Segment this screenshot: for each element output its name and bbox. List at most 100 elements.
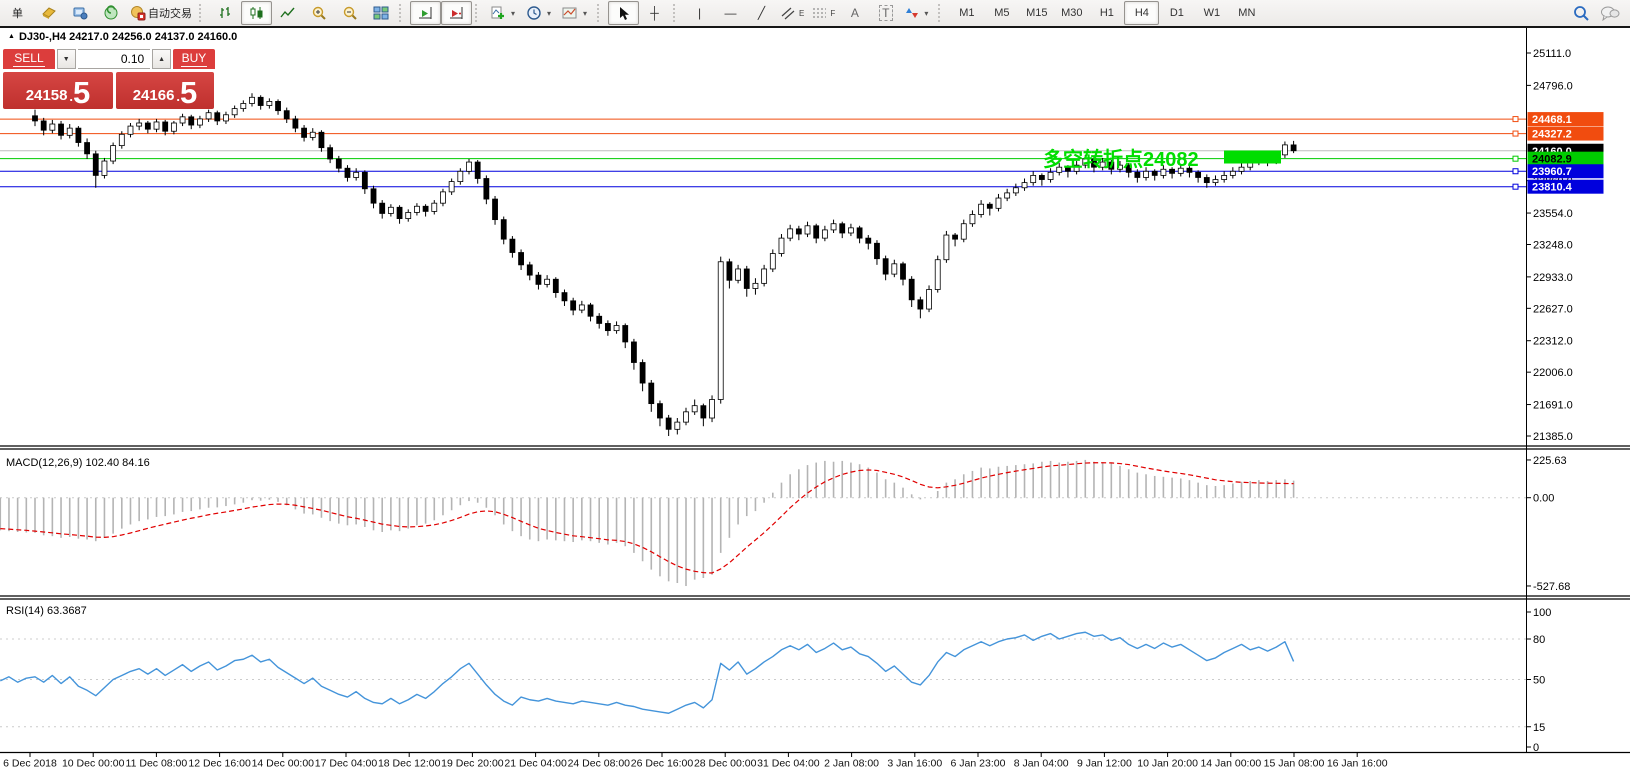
chart-title: ▲DJ30-,H4 24217.0 24256.0 24137.0 24160.… [8,31,237,43]
candle-body [1152,171,1157,175]
candle-body [1005,193,1010,198]
line-chart-icon [280,6,296,20]
time-axis-label: 9 Jan 12:00 [1077,758,1132,770]
candle-body [501,220,506,240]
bar-chart-button[interactable] [210,1,241,25]
search-icon[interactable] [1573,5,1590,22]
candle-body [232,109,237,115]
arrows-button[interactable]: ▾ [901,1,935,25]
trendline-button[interactable]: ╱ [746,1,777,25]
candle-body [788,229,793,238]
price-axis-tick-label: 24796.0 [1533,80,1573,92]
one-click-trading-panel: SELL ▼ 0.10 ▲ BUY 24158.5 24166.5 [3,49,215,109]
candle-body [258,97,263,105]
chart-shift-button[interactable] [441,1,472,25]
auto-scroll-button[interactable] [410,1,441,25]
fibonacci-sub-label: F [830,9,835,18]
timeframe-d1-button[interactable]: D1 [1159,1,1194,25]
cursor-button[interactable] [608,1,639,25]
sell-button[interactable]: SELL [3,49,55,69]
line-handle [1513,117,1518,122]
editor-icon [41,5,57,21]
line-chart-button[interactable] [272,1,303,25]
chart-canvas[interactable]: 多空转折点2408225111.024796.023869.023554.023… [0,28,1630,773]
timeframe-h1-button[interactable]: H1 [1089,1,1124,25]
sell-price-display[interactable]: 24158.5 [3,72,113,109]
candle-body [1048,172,1053,179]
macd-indicator-label: MACD(12,26,9) 102.40 84.16 [6,457,150,469]
candle-body [979,204,984,214]
periods-button[interactable]: ▾ [522,1,558,25]
chart-shift-icon [449,6,465,20]
candle-body [814,226,819,238]
timeframe-m30-button[interactable]: M30 [1054,1,1089,25]
periods-caret[interactable]: ▾ [544,9,554,18]
candle-body [250,97,255,103]
strategy-tester-button[interactable] [95,1,126,25]
buy-button[interactable]: BUY [173,49,215,69]
new-order-button[interactable]: 单 [2,1,33,25]
candlestick-chart-icon [249,6,265,20]
candle-body [1013,188,1018,193]
autotrading-button[interactable]: 自动交易 [126,1,196,25]
candle-body [458,171,463,181]
candle-body [727,262,732,281]
time-axis-label: 21 Dec 04:00 [504,758,567,770]
candle-body [1031,175,1036,182]
candle-body [93,154,98,176]
templates-caret[interactable]: ▾ [580,9,590,18]
price-line-label-text: 24327.2 [1532,129,1572,141]
timeframe-w1-button[interactable]: W1 [1194,1,1229,25]
time-axis-label: 31 Dec 04:00 [757,758,820,770]
candle-body [128,126,133,134]
timeframe-m15-button[interactable]: M15 [1019,1,1054,25]
timeframe-mn-button[interactable]: MN [1229,1,1264,25]
candle-body [762,269,767,283]
candle-body [267,101,272,105]
fibonacci-icon [812,6,828,20]
timeframe-h4-button[interactable]: H4 [1124,1,1159,25]
candlestick-chart-button[interactable] [241,1,272,25]
volume-input[interactable]: 0.10 [78,49,151,69]
candle-body [293,119,298,128]
crosshair-button[interactable]: ┼ [639,1,670,25]
time-axis-label: 28 Dec 00:00 [694,758,757,770]
terminal-button[interactable] [64,1,95,25]
metaeditor-button[interactable] [33,1,64,25]
volume-increase-button[interactable]: ▲ [152,49,171,69]
text-button[interactable]: A [839,1,870,25]
time-axis-label: 10 Dec 00:00 [62,758,125,770]
candle-body [137,123,142,126]
horizontal-line-button[interactable]: — [715,1,746,25]
zoom-in-button[interactable] [303,1,334,25]
candle-body [935,260,940,290]
chat-icon[interactable] [1600,5,1620,21]
buy-price-display[interactable]: 24166.5 [116,72,214,109]
collapse-triangle-icon[interactable]: ▲ [8,33,15,40]
candle-body [536,275,541,284]
volume-decrease-button[interactable]: ▼ [57,49,76,69]
indicators-button[interactable]: ▾ [486,1,522,25]
zoom-out-button[interactable] [334,1,365,25]
tile-windows-button[interactable] [365,1,396,25]
chart-window: 多空转折点2408225111.024796.023869.023554.023… [0,28,1630,773]
vertical-line-button[interactable]: | [684,1,715,25]
candle-body [1222,175,1227,179]
candle-body [605,323,610,330]
trade-panel-controls: SELL ▼ 0.10 ▲ BUY [3,49,215,69]
trade-panel-prices: 24158.5 24166.5 [3,72,215,109]
candle-body [328,148,333,159]
timeframe-m1-button[interactable]: M1 [949,1,984,25]
candle-body [449,182,454,192]
tile-windows-icon [373,5,389,21]
arrows-caret[interactable]: ▾ [921,9,931,18]
candle-body [76,128,81,142]
time-axis-label: 26 Dec 16:00 [631,758,694,770]
text-label-button[interactable]: T [870,1,901,25]
equidistant-channel-button[interactable]: E [777,1,808,25]
indicators-caret[interactable]: ▾ [508,9,518,18]
candle-body [414,206,419,212]
templates-button[interactable]: ▾ [558,1,594,25]
timeframe-m5-button[interactable]: M5 [984,1,1019,25]
fibonacci-button[interactable]: F [808,1,839,25]
